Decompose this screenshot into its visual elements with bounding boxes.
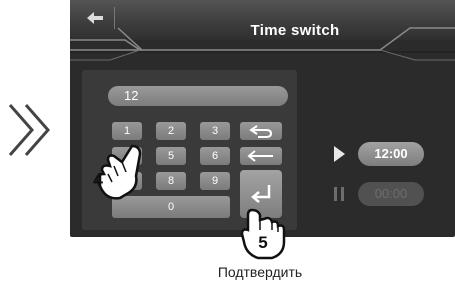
left-arrow-icon <box>247 150 273 162</box>
key-5[interactable]: 5 <box>156 147 186 165</box>
stop-time-field: 00:00 <box>358 182 424 206</box>
key-9[interactable]: 9 <box>200 172 230 190</box>
backspace-key[interactable] <box>240 122 282 140</box>
start-time-field[interactable]: 12:00 <box>358 142 424 166</box>
key-8[interactable]: 8 <box>156 172 186 190</box>
page-title: Time switch <box>250 22 340 39</box>
stop-button[interactable] <box>326 183 352 205</box>
number-display[interactable]: 12 <box>108 86 288 106</box>
key-3[interactable]: 3 <box>200 122 230 140</box>
key-2[interactable]: 2 <box>156 122 186 140</box>
confirm-caption: Подтвердить <box>217 264 303 280</box>
key-1[interactable]: 1 <box>112 122 142 140</box>
delete-key[interactable] <box>240 147 282 165</box>
step-4-label: 4 <box>92 170 103 190</box>
enter-arrow-icon <box>251 185 271 203</box>
step-5-label: 5 <box>258 233 268 252</box>
key-6[interactable]: 6 <box>200 147 230 165</box>
pause-icon <box>334 187 344 201</box>
start-button[interactable] <box>326 143 352 165</box>
play-icon <box>334 146 345 162</box>
double-chevron-icon <box>8 104 50 156</box>
undo-arrow-icon <box>249 125 273 138</box>
